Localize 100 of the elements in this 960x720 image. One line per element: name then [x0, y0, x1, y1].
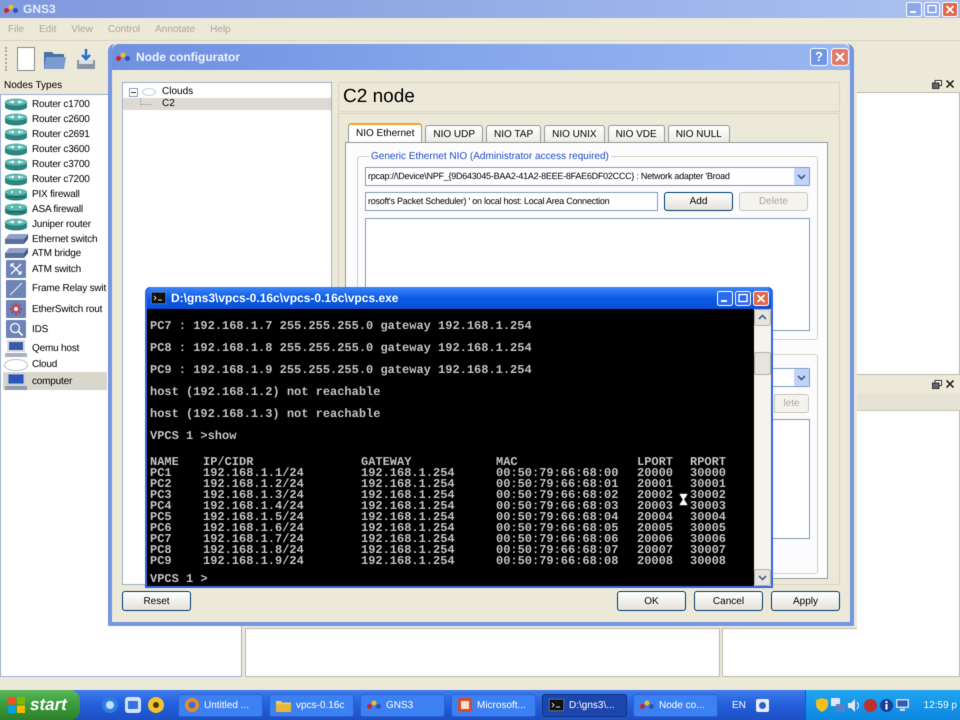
minimize-icon[interactable] [717, 290, 733, 306]
console-line: host (192.168.1.3) not reachable [150, 409, 380, 420]
node-type-item[interactable]: ATM bridge [3, 246, 107, 260]
table-cell: PC4 [150, 499, 172, 513]
table-cell: 20000 [637, 466, 674, 480]
node-type-item[interactable]: IDS [3, 319, 107, 339]
table-cell: 30005 [690, 521, 726, 535]
node-type-item[interactable]: Router c3600 [3, 142, 107, 157]
node-type-item[interactable]: ATM switch [3, 260, 107, 278]
column-header: RPORT [690, 455, 726, 469]
tab[interactable]: NIO TAP [486, 125, 542, 142]
speaker-icon[interactable] [848, 698, 861, 712]
node-type-item[interactable]: Router c2600 [3, 112, 107, 127]
tree-item[interactable]: Clouds [123, 86, 331, 98]
column-header: LPORT [637, 455, 674, 469]
dialog-button[interactable]: Reset [122, 591, 191, 611]
table-cell: 30002 [690, 488, 726, 502]
node-type-item[interactable]: Frame Relay swit [3, 278, 107, 299]
table-cell: 192.168.1.254 [361, 488, 455, 502]
tab[interactable]: NIO UNIX [544, 125, 605, 142]
table-cell: PC3 [150, 488, 172, 502]
table-cell: PC9 [150, 554, 172, 568]
close-icon[interactable] [946, 80, 954, 88]
table-cell: 30001 [690, 477, 726, 491]
interface-field[interactable]: rosoft's Packet Scheduler) ' on local host: Local Area Connection [365, 192, 658, 211]
dot-tile-icon[interactable] [756, 698, 769, 712]
node-type-item[interactable]: Router c7200 [3, 172, 107, 187]
float-window-icon[interactable] [932, 80, 942, 88]
taskbar-button[interactable]: D:\gns3\... [542, 694, 627, 716]
switch-icon [4, 248, 28, 258]
dialog-button[interactable]: Apply [771, 591, 840, 611]
float-window-icon[interactable] [932, 380, 942, 388]
minimize-icon[interactable] [906, 2, 922, 16]
clock: 12:59 p [924, 698, 958, 712]
router-icon [4, 98, 28, 111]
node-type-item[interactable]: Cloud [3, 357, 107, 372]
tab[interactable]: NIO Ethernet [348, 123, 422, 142]
monitor-icon[interactable] [896, 699, 909, 711]
taskbar-button[interactable]: GNS3 [360, 694, 445, 716]
column-header: IP/CIDR [203, 455, 254, 469]
tab[interactable]: NIO VDE [608, 125, 665, 142]
add-button[interactable]: Add [664, 192, 733, 211]
maximize-icon[interactable] [924, 2, 940, 16]
node-type-item[interactable]: EtherSwitch rout [3, 299, 107, 319]
scroll-down-icon[interactable] [754, 569, 771, 586]
folder-icon [276, 698, 291, 712]
dialog-title: Node configurator [136, 49, 240, 66]
table-cell: 192.168.1.9/24 [203, 554, 304, 568]
router-icon [4, 128, 28, 141]
disc-icon[interactable] [148, 697, 164, 713]
node-type-item[interactable]: Qemu host [3, 339, 107, 357]
table-cell: 192.168.1.254 [361, 499, 455, 513]
collapse-box-icon[interactable] [129, 88, 138, 96]
scroll-up-icon[interactable] [754, 309, 771, 326]
table-cell: 00:50:79:66:68:03 [496, 499, 618, 513]
node-type-item[interactable]: Router c3700 [3, 157, 107, 172]
app-logo-icon [640, 700, 654, 710]
console-line: VPCS 1 >show [150, 431, 236, 442]
dialog-button[interactable]: Cancel [694, 591, 763, 611]
table-cell: 192.168.1.254 [361, 532, 455, 546]
maximize-icon[interactable] [735, 290, 751, 306]
tab[interactable]: NIO NULL [668, 125, 730, 142]
tree-item[interactable]: C2 [123, 98, 331, 110]
node-type-item[interactable]: Ethernet switch [3, 232, 107, 246]
console-title: D:\gns3\vpcs-0.16c\vpcs-0.16c\vpcs.exe [171, 290, 398, 307]
scrollbar[interactable] [754, 309, 771, 586]
dialog-button[interactable]: OK [617, 591, 686, 611]
tab[interactable]: NIO UDP [425, 125, 484, 142]
taskbar-button[interactable]: Untitled ... [178, 694, 263, 716]
table-cell: 20002 [637, 488, 674, 502]
node-type-item[interactable]: PIX firewall [3, 187, 107, 202]
document-icon [458, 698, 472, 712]
node-type-item[interactable]: Router c1700 [3, 97, 107, 112]
language-indicator[interactable]: EN [732, 698, 746, 712]
node-type-item[interactable]: computer [3, 372, 107, 390]
table-cell: 30000 [690, 466, 726, 480]
console-line: PC8 : 192.168.1.8 255.255.255.0 gateway 192.168.1.254 [150, 343, 532, 354]
network-icon[interactable] [831, 698, 845, 712]
console-line: PC9 : 192.168.1.9 255.255.255.0 gateway 192.168.1.254 [150, 365, 532, 376]
node-type-item[interactable]: Router c2691 [3, 127, 107, 142]
browser-globe-icon[interactable] [102, 697, 118, 713]
window-icon[interactable] [125, 697, 141, 713]
taskbar-button[interactable]: vpcs-0.16c [269, 694, 354, 716]
taskbar-button[interactable]: Microsoft... [451, 694, 536, 716]
taskbar-button[interactable]: Node co... [633, 694, 718, 716]
close-icon[interactable] [946, 380, 954, 388]
group-title: Generic Ethernet NIO (Administrator access required) [370, 150, 610, 164]
scroll-thumb[interactable] [754, 352, 771, 375]
router-icon [4, 143, 28, 156]
node-type-item[interactable]: ASA firewall [3, 202, 107, 217]
new-document-icon[interactable] [17, 46, 35, 70]
info-icon[interactable] [880, 698, 893, 712]
adapter-dropdown[interactable]: rpcap://\Device\NPF_{9D643045-BAA2-41A2-8EEE-8FAE6DF02CCC} : Network adapter 'Broad [365, 167, 810, 186]
dropdown-field[interactable] [772, 368, 810, 387]
table-cell: 00:50:79:66:68:01 [496, 477, 618, 491]
cloud-icon [4, 358, 28, 370]
tray-arrow-icon[interactable] [75, 48, 97, 70]
starburst-icon [6, 300, 26, 318]
start-button[interactable]: start [0, 690, 80, 720]
node-type-item[interactable]: Juniper router [3, 217, 107, 232]
